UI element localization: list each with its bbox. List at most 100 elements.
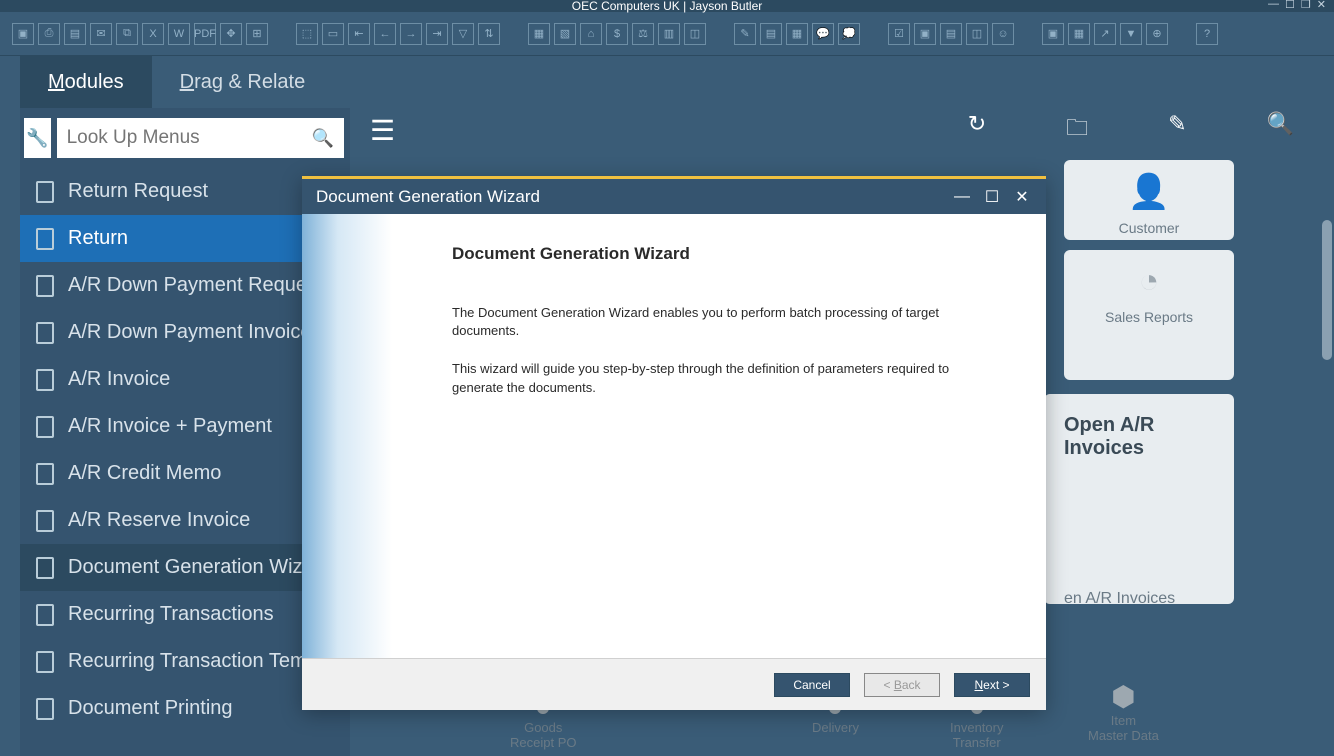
menu-item-ar-credit-memo[interactable]: A/R Credit Memo (20, 450, 350, 497)
dialog-document-generation-wizard: Document Generation Wizard — ☐ ✕ Documen… (302, 176, 1046, 710)
dialog-titlebar[interactable]: Document Generation Wizard — ☐ ✕ (302, 176, 1046, 214)
workspace-toolbar: ☰ ↻ 🗀 ✎ 🔍 (370, 100, 1294, 160)
toolbar-icon[interactable]: ⬚ (296, 23, 318, 45)
toolbar-icon[interactable]: 💭 (838, 23, 860, 45)
toolbar-icon[interactable]: ▦ (528, 23, 550, 45)
folder-icon[interactable]: 🗀 (1066, 111, 1088, 149)
chart-icon: ◔ (1076, 262, 1222, 301)
toolbar-icon[interactable]: ▣ (12, 23, 34, 45)
toolbar-icon[interactable]: PDF (194, 23, 216, 45)
toolbar-icon[interactable]: ⇥ (426, 23, 448, 45)
settings-icon[interactable]: 🔧 (24, 118, 51, 158)
menu-item-ar-invoice[interactable]: A/R Invoice (20, 356, 350, 403)
toolbar-icon[interactable]: ☑ (888, 23, 910, 45)
toolbar-icon[interactable]: ⇅ (478, 23, 500, 45)
tab-drag-relate[interactable]: Drag & Relate (152, 56, 334, 108)
menu-item-ar-down-payment-request[interactable]: A/R Down Payment Request (20, 262, 350, 309)
menu-item-ar-invoice-payment[interactable]: A/R Invoice + Payment (20, 403, 350, 450)
tile-customer[interactable]: 👤 Customer (1064, 160, 1234, 240)
next-button[interactable]: Next > (954, 673, 1030, 697)
toolbar-icon[interactable]: $ (606, 23, 628, 45)
toolbar-icon[interactable]: ⌂ (580, 23, 602, 45)
window-min-icon[interactable]: — (1268, 0, 1279, 11)
toolbar-icon[interactable]: ▦ (786, 23, 808, 45)
toolbar-icon[interactable]: ⧉ (116, 23, 138, 45)
dialog-title-text: Document Generation Wizard (316, 187, 540, 207)
toolbar-icon[interactable]: 💬 (812, 23, 834, 45)
document-icon (36, 322, 54, 344)
menu-item-doc-generation-wizard[interactable]: Document Generation Wizard (20, 544, 350, 591)
toolbar-icon[interactable]: ▣ (914, 23, 936, 45)
dialog-maximize-icon[interactable]: ☐ (982, 187, 1002, 207)
search-box[interactable]: 🔍 (57, 118, 344, 158)
menu-item-recurring-transaction-templates[interactable]: Recurring Transaction Templates (20, 638, 350, 685)
window-max-icon[interactable]: ☐ (1285, 0, 1295, 11)
toolbar-icon[interactable]: ⎙ (38, 23, 60, 45)
window-controls: — ☐ ❐ ✕ (1268, 0, 1326, 11)
toolbar-icon[interactable]: ▦ (1068, 23, 1090, 45)
dialog-side-graphic (302, 214, 392, 658)
toolbar-icon[interactable]: ▭ (322, 23, 344, 45)
toolbar-icon[interactable]: ✥ (220, 23, 242, 45)
menu-item-ar-down-payment-invoice[interactable]: A/R Down Payment Invoice (20, 309, 350, 356)
toolbar-icon[interactable]: ▤ (940, 23, 962, 45)
tile-open-ar-invoices[interactable]: Open A/R Invoices en A/R Invoices (1044, 394, 1234, 604)
toolbar-icon[interactable]: ← (374, 23, 396, 45)
window-restore-icon[interactable]: ❐ (1301, 0, 1311, 11)
toolbar-icon[interactable]: ▼ (1120, 23, 1142, 45)
menu-item-recurring-transactions[interactable]: Recurring Transactions (20, 591, 350, 638)
menu-item-return[interactable]: Return (20, 215, 350, 262)
toolbar-icon[interactable]: ▥ (658, 23, 680, 45)
menu-item-return-request[interactable]: Return Request (20, 168, 350, 215)
cancel-button[interactable]: Cancel (774, 673, 850, 697)
menu-item-ar-reserve-invoice[interactable]: A/R Reserve Invoice (20, 497, 350, 544)
app-title: OEC Computers UK | Jayson Butler (572, 0, 763, 13)
dialog-content: Document Generation Wizard The Document … (392, 214, 1046, 658)
toolbar-icon[interactable]: W (168, 23, 190, 45)
cube-icon: ⬢ (1088, 680, 1159, 713)
search-icon[interactable]: 🔍 (312, 128, 334, 149)
document-icon (36, 651, 54, 673)
toolbar-icon[interactable]: ▽ (452, 23, 474, 45)
edit-icon[interactable]: ✎ (1168, 111, 1186, 149)
window-close-icon[interactable]: ✕ (1317, 0, 1326, 11)
toolbar-icon[interactable]: ✎ (734, 23, 756, 45)
toolbar-icon[interactable]: ◫ (684, 23, 706, 45)
document-icon (36, 275, 54, 297)
toolbar-icon[interactable]: ☺ (992, 23, 1014, 45)
toolbar-icon[interactable]: → (400, 23, 422, 45)
toolbar-icon[interactable]: ✉ (90, 23, 112, 45)
flow-item-master[interactable]: ⬢ ItemMaster Data (1088, 680, 1159, 743)
tab-modules[interactable]: Modules (20, 56, 152, 108)
toolbar-icon[interactable]: ▣ (1042, 23, 1064, 45)
toolbar-icon[interactable]: ▤ (760, 23, 782, 45)
document-icon (36, 604, 54, 626)
toolbar-icon[interactable]: ↗ (1094, 23, 1116, 45)
search-icon[interactable]: 🔍 (1267, 111, 1294, 149)
toolbar-icon[interactable]: ◫ (966, 23, 988, 45)
scrollbar-thumb[interactable] (1322, 220, 1332, 360)
search-input[interactable] (67, 127, 312, 149)
toolbar-icon[interactable]: X (142, 23, 164, 45)
dialog-footer: Cancel < Back Next > (302, 658, 1046, 710)
dialog-close-icon[interactable]: ✕ (1012, 187, 1032, 207)
menu-list: Return Request Return A/R Down Payment R… (20, 168, 350, 732)
menu-item-document-printing[interactable]: Document Printing (20, 685, 350, 732)
refresh-icon[interactable]: ↻ (968, 111, 986, 149)
hamburger-icon[interactable]: ☰ (370, 114, 395, 147)
toolbar-icon[interactable]: ⊕ (1146, 23, 1168, 45)
dialog-heading: Document Generation Wizard (452, 244, 986, 264)
toolbar-help-icon[interactable]: ? (1196, 23, 1218, 45)
document-icon (36, 228, 54, 250)
document-icon (36, 463, 54, 485)
tile-sales-reports[interactable]: ◔ Sales Reports (1064, 250, 1234, 380)
dialog-paragraph: The Document Generation Wizard enables y… (452, 304, 986, 340)
dialog-minimize-icon[interactable]: — (952, 187, 972, 207)
document-icon (36, 698, 54, 720)
toolbar-icon[interactable]: ▤ (64, 23, 86, 45)
toolbar-icon[interactable]: ⊞ (246, 23, 268, 45)
toolbar-icon[interactable]: ⇤ (348, 23, 370, 45)
toolbar-icon[interactable]: ⚖ (632, 23, 654, 45)
document-icon (36, 181, 54, 203)
toolbar-icon[interactable]: ▧ (554, 23, 576, 45)
